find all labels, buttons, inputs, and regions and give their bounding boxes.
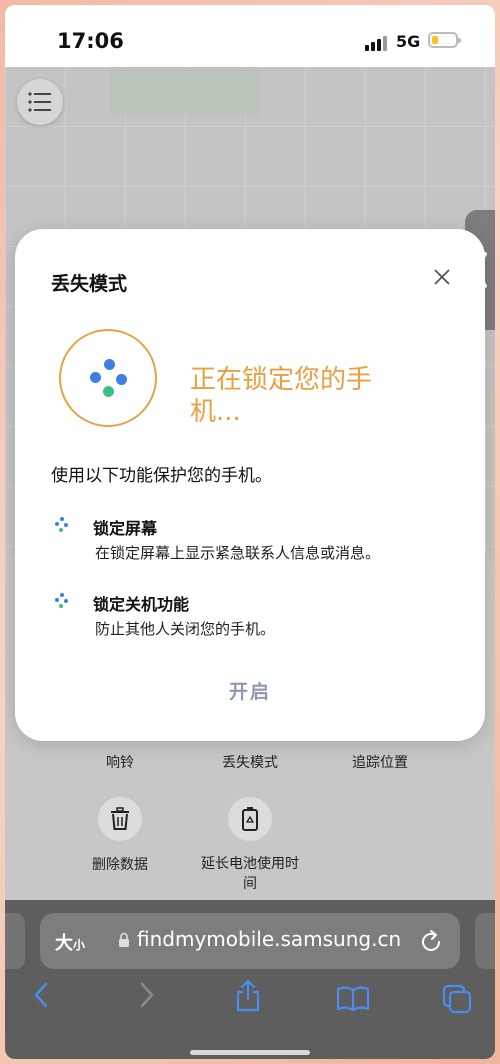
loading-dot-blue-left xyxy=(90,372,101,383)
extend-battery-label-line1: 延长电池使用时 xyxy=(201,856,299,872)
ring-action[interactable]: 响铃 xyxy=(85,752,155,772)
status-time: 17:06 xyxy=(57,29,124,53)
map-park-area xyxy=(110,67,260,115)
feature-bullet-icon xyxy=(53,593,71,611)
intro-text: 使用以下功能保护您的手机。 xyxy=(51,466,272,486)
share-icon[interactable] xyxy=(235,978,261,1012)
list-menu-icon xyxy=(28,92,51,112)
extend-battery-button[interactable] xyxy=(228,797,272,841)
url-text: findmymobile.samsung.cn xyxy=(137,927,402,951)
feature-desc-lock-power-off: 防止其他人关闭您的手机。 xyxy=(95,620,276,638)
trash-icon xyxy=(111,807,129,830)
locking-indicator xyxy=(59,329,157,427)
text-size-large: 大 xyxy=(55,933,73,954)
feature-title-lock-power-off: 锁定关机功能 xyxy=(93,595,190,614)
locking-status-text: 正在锁定您的手机... xyxy=(190,365,373,427)
tabs-icon[interactable] xyxy=(442,984,472,1014)
forward-icon[interactable] xyxy=(139,982,155,1008)
back-icon[interactable] xyxy=(33,982,49,1008)
network-type: 5G xyxy=(396,32,421,51)
text-size-button[interactable]: 大小 xyxy=(55,929,85,955)
battery-icon xyxy=(428,32,461,48)
address-bar[interactable]: 大小 findmymobile.samsung.cn xyxy=(40,913,460,969)
signal-icon xyxy=(365,35,387,51)
erase-data-label: 删除数据 xyxy=(92,857,148,873)
close-icon[interactable] xyxy=(430,265,454,289)
text-size-small: 小 xyxy=(73,938,86,952)
lost-mode-action[interactable]: 丢失模式 xyxy=(205,752,295,772)
next-tab-peek[interactable] xyxy=(475,913,495,969)
home-indicator xyxy=(190,1050,310,1055)
dialog-title: 丢失模式 xyxy=(51,273,128,295)
feature-title-lock-screen: 锁定屏幕 xyxy=(93,519,158,538)
extend-battery-label: 延长电池使用时 间 xyxy=(190,854,310,894)
browser-toolbar: 大小 findmymobile.samsung.cn xyxy=(5,900,495,1059)
loading-dot-blue-top xyxy=(104,359,115,370)
previous-tab-peek[interactable] xyxy=(5,913,25,969)
reload-icon[interactable] xyxy=(420,928,444,954)
loading-dot-blue-right xyxy=(116,374,127,385)
lost-mode-dialog: 丢失模式 正在锁定您的手机... 使用以下功能保护您的手机。 锁定屏幕 在锁定屏… xyxy=(15,229,485,741)
track-location-action[interactable]: 追踪位置 xyxy=(335,752,425,772)
bookmarks-icon[interactable] xyxy=(336,986,370,1012)
phone-screen: 17:06 5G 响铃 丢失模式 追踪位置 删除数据 延长电池使用时 间 丢失模… xyxy=(5,5,495,1059)
status-bar: 17:06 5G xyxy=(5,5,495,67)
extend-battery-label-line2: 间 xyxy=(243,876,257,892)
lock-icon xyxy=(119,932,129,947)
menu-button[interactable] xyxy=(17,79,63,125)
feature-bullet-icon xyxy=(53,517,71,535)
start-button[interactable]: 开启 xyxy=(15,677,485,704)
loading-dot-green xyxy=(103,386,114,397)
feature-desc-lock-screen: 在锁定屏幕上显示紧急联系人信息或消息。 xyxy=(95,544,381,562)
battery-saver-icon xyxy=(242,807,258,831)
erase-data-button[interactable] xyxy=(98,797,142,841)
